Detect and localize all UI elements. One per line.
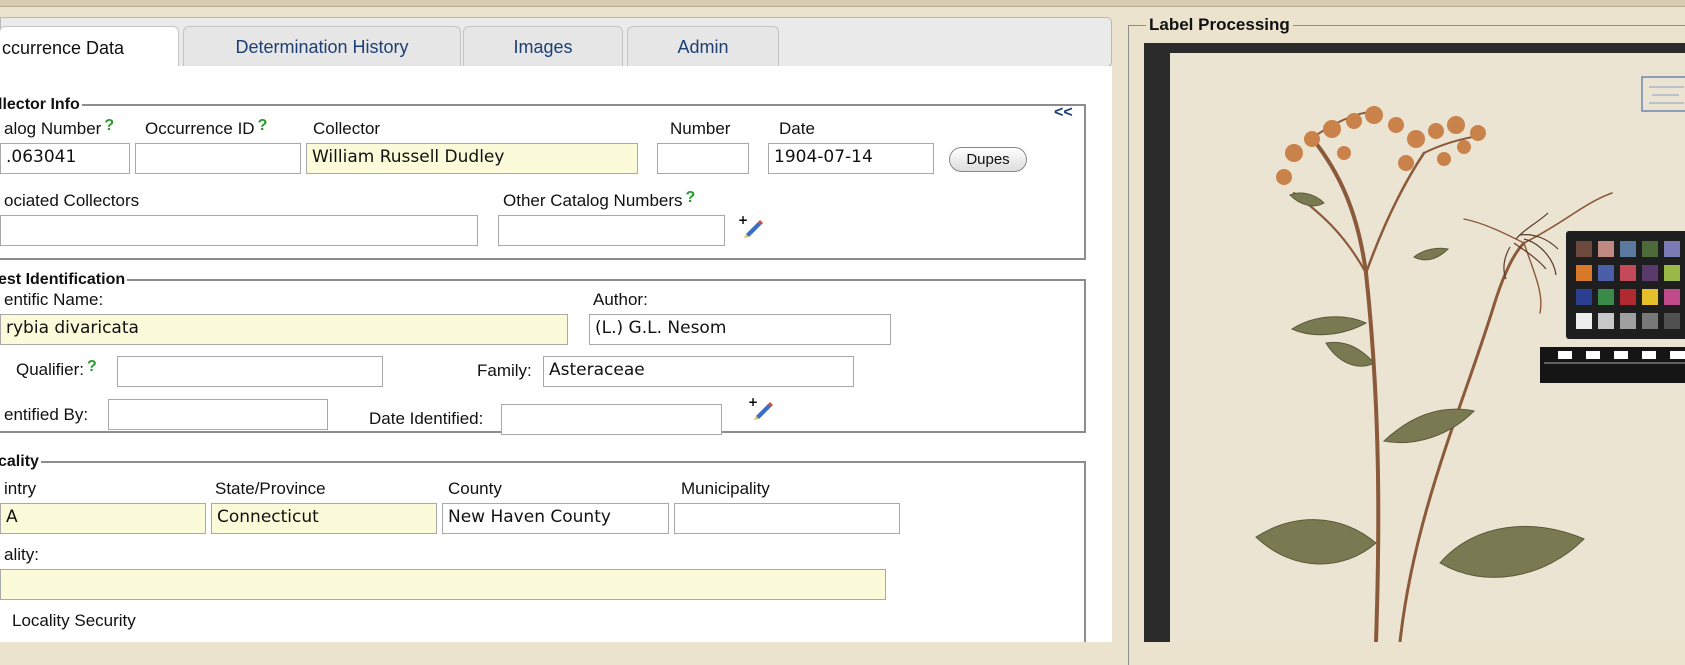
specimen-image-viewer[interactable] xyxy=(1144,43,1685,642)
occurrence-id-help-icon[interactable]: ? xyxy=(258,117,268,134)
tab-occurrence-data[interactable]: ccurrence Data xyxy=(0,26,179,69)
tab-bar: ccurrence Data Determination History Ima… xyxy=(0,17,1112,69)
identified-by-input[interactable] xyxy=(108,399,328,430)
family-input[interactable]: Asteraceae xyxy=(543,356,854,387)
author-label: Author: xyxy=(593,290,648,309)
identification-legend: est Identification xyxy=(0,271,126,288)
collapse-toggle-link[interactable]: << xyxy=(1054,104,1073,122)
state-province-label: State/Province xyxy=(215,479,326,498)
catalog-number-help-icon[interactable]: ? xyxy=(104,117,114,134)
date-identified-label: Date Identified: xyxy=(369,409,484,428)
country-input[interactable]: A xyxy=(0,503,206,534)
state-province-input[interactable]: Connecticut xyxy=(211,503,437,534)
occurrence-editor-panel: ccurrence Data Determination History Ima… xyxy=(0,17,1112,642)
author-input[interactable]: (L.) G.L. Nesom xyxy=(589,314,891,345)
collector-info-legend: llector Info xyxy=(0,96,80,113)
add-edit-pencil-icon[interactable]: + xyxy=(738,214,764,238)
scientific-name-input[interactable]: rybia divaricata xyxy=(0,314,568,345)
associated-collectors-label: ociated Collectors xyxy=(4,191,140,210)
tab-admin[interactable]: Admin xyxy=(627,26,779,68)
add-edit-identifier-pencil-icon[interactable]: + xyxy=(748,396,774,420)
occurrence-data-content: llector Info << alog Number? Occurrence … xyxy=(0,66,1112,642)
scientific-name-label: entific Name: xyxy=(4,290,104,309)
occurrence-id-input[interactable] xyxy=(135,143,301,174)
municipality-label: Municipality xyxy=(681,479,770,498)
collector-label: Collector xyxy=(313,119,381,138)
locality-security-label: Locality Security xyxy=(12,611,136,630)
tab-images[interactable]: Images xyxy=(463,26,623,68)
other-catalog-numbers-label: Other Catalog Numbers? xyxy=(503,189,696,210)
catalog-number-label: alog Number? xyxy=(4,117,115,138)
scale-ruler xyxy=(1540,347,1685,383)
other-catalog-help-icon[interactable]: ? xyxy=(686,189,696,206)
family-label: Family: xyxy=(477,361,532,380)
svg-text:+: + xyxy=(738,214,748,227)
label-processing-legend: Label Processing xyxy=(1146,15,1293,35)
country-label: intry xyxy=(4,479,37,498)
collector-number-input[interactable] xyxy=(657,143,749,174)
herbarium-specimen-image xyxy=(1144,43,1685,642)
other-catalog-numbers-input[interactable] xyxy=(498,215,725,246)
locality-input[interactable] xyxy=(0,569,886,600)
identification-qualifier-input[interactable] xyxy=(117,356,383,387)
identification-qualifier-label: Qualifier:? xyxy=(16,358,97,379)
number-label: Number xyxy=(670,119,731,138)
color-checker-card xyxy=(1566,231,1685,339)
locality-section: cality xyxy=(0,453,1086,642)
date-input[interactable]: 1904-07-14 xyxy=(768,143,934,174)
county-label: County xyxy=(448,479,502,498)
date-identified-input[interactable] xyxy=(501,404,722,435)
associated-collectors-input[interactable] xyxy=(0,215,478,246)
identified-by-label: entified By: xyxy=(4,405,89,424)
qualifier-help-icon[interactable]: ? xyxy=(87,358,97,375)
date-label: Date xyxy=(779,119,815,138)
municipality-input[interactable] xyxy=(674,503,900,534)
window-top-border xyxy=(0,0,1685,7)
collector-input[interactable]: William Russell Dudley xyxy=(306,143,638,174)
occurrence-id-label: Occurrence ID? xyxy=(145,117,268,138)
dupes-button[interactable]: Dupes xyxy=(949,147,1027,172)
locality-label: ality: xyxy=(4,545,39,564)
tab-determination-history[interactable]: Determination History xyxy=(183,26,461,68)
label-processing-panel: Label Processing xyxy=(1120,15,1685,665)
county-input[interactable]: New Haven County xyxy=(442,503,669,534)
locality-legend: cality xyxy=(0,453,39,470)
svg-text:+: + xyxy=(748,396,758,409)
catalog-number-input[interactable]: .063041 xyxy=(0,143,130,174)
